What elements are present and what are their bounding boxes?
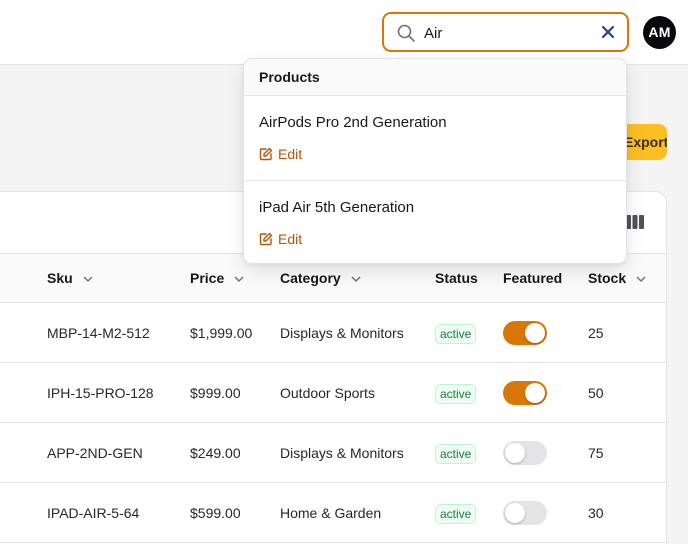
status-cell: active	[435, 483, 477, 543]
results-group-label: Products	[244, 59, 626, 96]
featured-toggle[interactable]	[503, 501, 547, 525]
edit-icon	[259, 147, 273, 161]
column-label: Sku	[47, 270, 73, 286]
chevron-down-icon	[351, 276, 361, 283]
result-title[interactable]: AirPods Pro 2nd Generation	[259, 114, 447, 131]
sku-cell: IPAD-AIR-5-64	[47, 505, 140, 521]
stock-cell: 50	[588, 385, 604, 401]
column-label: Category	[280, 270, 341, 286]
edit-icon	[259, 232, 273, 246]
edit-link[interactable]: Edit	[259, 231, 302, 249]
close-icon[interactable]	[601, 25, 615, 39]
sku-cell: APP-2ND-GEN	[47, 445, 143, 461]
featured-toggle[interactable]	[503, 441, 547, 465]
table-row[interactable]: IPH-15-PRO-128 $999.00 Outdoor Sports ac…	[0, 363, 666, 423]
toggle-knob	[525, 323, 545, 343]
toggle-knob	[525, 383, 545, 403]
chevron-down-icon	[636, 276, 646, 283]
category-cell: Outdoor Sports	[280, 385, 375, 401]
chevron-down-icon	[234, 276, 244, 283]
column-header-price[interactable]: Price	[190, 254, 244, 302]
toggle-knob	[505, 503, 525, 523]
global-search[interactable]	[382, 12, 629, 52]
column-label: Price	[190, 270, 225, 286]
status-badge: active	[435, 444, 477, 465]
search-input[interactable]	[424, 21, 594, 45]
sku-cell: MBP-14-M2-512	[47, 325, 150, 341]
price-cell: $599.00	[190, 505, 241, 521]
table-row[interactable]: MBP-14-M2-512 $1,999.00 Displays & Monit…	[0, 303, 666, 363]
result-title[interactable]: iPad Air 5th Generation	[259, 199, 414, 216]
search-result-item[interactable]: AirPods Pro 2nd Generation Edit	[244, 96, 626, 181]
price-cell: $249.00	[190, 445, 241, 461]
page: AM Export Sku Price Category Status	[0, 0, 688, 544]
status-badge: active	[435, 504, 477, 525]
status-badge: active	[435, 324, 477, 345]
stock-cell: 75	[588, 445, 604, 461]
stock-cell: 30	[588, 505, 604, 521]
column-label: Stock	[588, 270, 627, 286]
price-cell: $999.00	[190, 385, 241, 401]
featured-toggle[interactable]	[503, 381, 547, 405]
search-results-dropdown: Products AirPods Pro 2nd Generation Edit…	[243, 58, 627, 264]
sku-cell: IPH-15-PRO-128	[47, 385, 154, 401]
category-cell: Displays & Monitors	[280, 325, 404, 341]
edit-label: Edit	[278, 146, 303, 162]
table-row[interactable]: on APP-2ND-GEN $249.00 Displays & Monito…	[0, 423, 666, 483]
status-badge: active	[435, 384, 477, 405]
category-cell: Home & Garden	[280, 505, 382, 521]
toggle-knob	[505, 443, 525, 463]
stock-cell: 25	[588, 325, 604, 341]
column-header-sku[interactable]: Sku	[47, 254, 93, 302]
status-cell: active	[435, 363, 477, 423]
search-icon	[397, 24, 415, 42]
column-label: Featured	[503, 270, 563, 286]
column-label: Status	[435, 270, 478, 286]
status-cell: active	[435, 423, 477, 483]
category-cell: Displays & Monitors	[280, 445, 404, 461]
edit-label: Edit	[278, 231, 303, 247]
price-cell: $1,999.00	[190, 325, 253, 341]
topbar: AM	[0, 0, 688, 65]
chevron-down-icon	[83, 276, 93, 283]
search-result-item[interactable]: iPad Air 5th Generation Edit	[244, 181, 626, 263]
user-avatar[interactable]: AM	[643, 16, 676, 49]
columns-icon[interactable]	[625, 214, 645, 230]
featured-toggle[interactable]	[503, 321, 547, 345]
edit-link[interactable]: Edit	[259, 146, 302, 164]
table-row[interactable]: IPAD-AIR-5-64 $599.00 Home & Garden acti…	[0, 483, 666, 543]
status-cell: active	[435, 303, 477, 363]
